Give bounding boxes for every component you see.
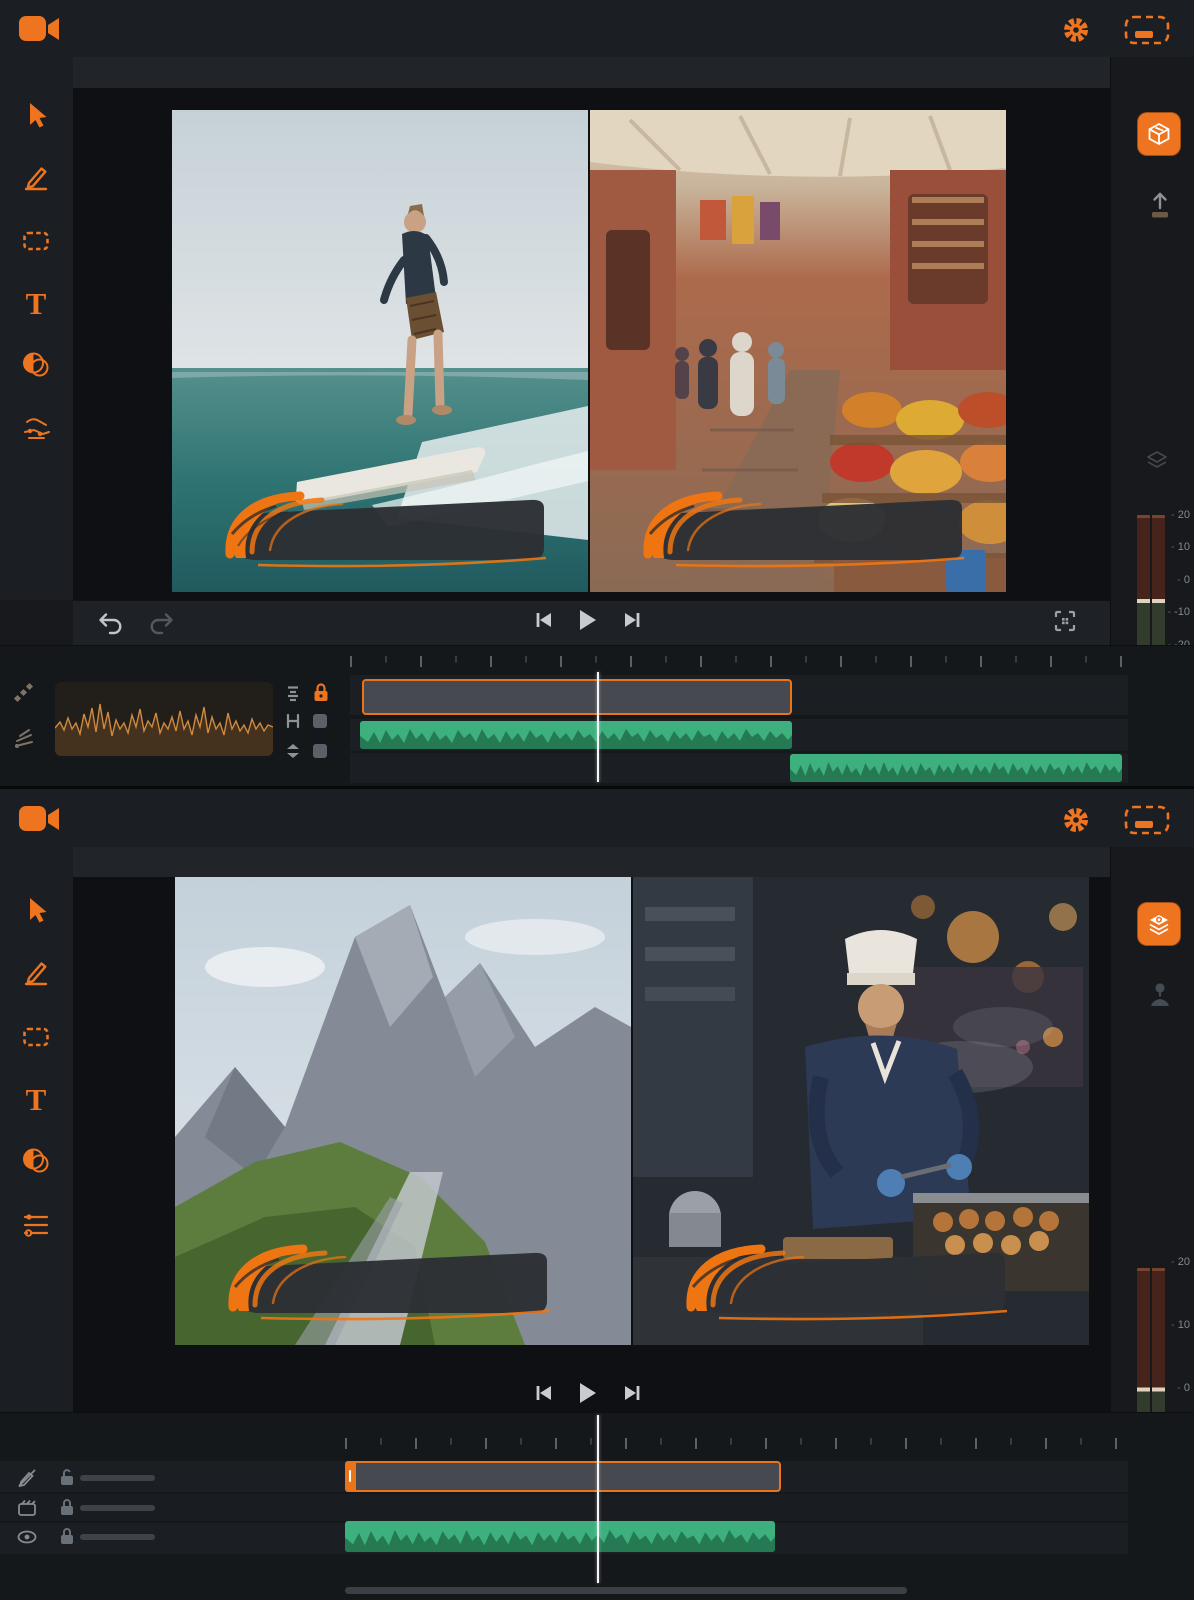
skip-back-button[interactable] bbox=[534, 611, 554, 629]
cube-icon bbox=[1146, 121, 1172, 147]
layers-button[interactable] bbox=[1138, 903, 1180, 945]
timeline-scrollbar[interactable] bbox=[345, 1587, 907, 1594]
trim-handle-grip bbox=[349, 1470, 351, 1482]
lower-third-swoosh-overlay bbox=[590, 488, 1006, 572]
audio-clip-2[interactable] bbox=[790, 754, 1122, 782]
lower-third-swoosh-overlay bbox=[633, 1241, 1049, 1325]
lock-locked-icon[interactable] bbox=[58, 1496, 76, 1518]
keyframes-icon[interactable] bbox=[12, 682, 36, 706]
play-button[interactable] bbox=[576, 608, 598, 632]
fit-view-icon[interactable] bbox=[1053, 609, 1077, 633]
playhead[interactable] bbox=[597, 1415, 599, 1583]
text-tool-icon[interactable]: T bbox=[21, 286, 51, 320]
select-tool-icon[interactable] bbox=[21, 100, 51, 130]
timeline-ruler[interactable] bbox=[345, 1438, 1128, 1449]
editor-panel-top: T bbox=[0, 0, 1194, 787]
lock-locked-icon[interactable] bbox=[58, 1525, 76, 1547]
track-name-placeholder bbox=[80, 1475, 155, 1481]
play-button[interactable] bbox=[576, 1381, 598, 1405]
gear-icon[interactable] bbox=[1062, 806, 1090, 834]
track-thumbnail-icon[interactable] bbox=[284, 684, 302, 702]
effects-icon[interactable] bbox=[12, 726, 36, 750]
track-name-placeholder bbox=[80, 1534, 155, 1540]
pen-disabled-icon[interactable] bbox=[16, 1467, 38, 1489]
skip-forward-button[interactable] bbox=[622, 611, 642, 629]
tool-sidebar bbox=[0, 847, 74, 1412]
audio-waveform-panel[interactable] bbox=[55, 682, 273, 756]
track-name-placeholder bbox=[80, 1505, 155, 1511]
meter-label: 10 bbox=[1164, 1319, 1190, 1331]
video-clip-selected[interactable] bbox=[362, 679, 792, 715]
video-camera-icon[interactable] bbox=[18, 12, 60, 46]
flip-vertical-icon[interactable] bbox=[284, 742, 302, 760]
track-row-middle bbox=[0, 1494, 1128, 1521]
clip-trim-handle[interactable] bbox=[345, 1461, 356, 1492]
playhead[interactable] bbox=[597, 672, 599, 782]
pen-tool-icon[interactable] bbox=[21, 957, 51, 987]
titlebar bbox=[0, 0, 1194, 59]
video-clip-selected[interactable] bbox=[345, 1461, 781, 1492]
timeline-ruler[interactable] bbox=[350, 656, 1128, 667]
motion-tool-icon[interactable] bbox=[21, 414, 51, 444]
user-icon[interactable] bbox=[1147, 980, 1173, 1008]
gear-icon[interactable] bbox=[1062, 16, 1090, 44]
lower-third-swoosh-overlay bbox=[172, 488, 588, 572]
marquee-tool-icon[interactable] bbox=[21, 1022, 51, 1052]
meter-label: 0 bbox=[1164, 1382, 1190, 1394]
frame-select-icon[interactable] bbox=[1124, 805, 1170, 835]
preview-image-mountains[interactable] bbox=[175, 877, 631, 1345]
text-tool-icon[interactable]: T bbox=[21, 1082, 51, 1116]
cube-3d-button[interactable] bbox=[1138, 113, 1180, 155]
meter-label: 20 bbox=[1164, 509, 1190, 521]
visibility-eye-icon[interactable] bbox=[16, 1526, 38, 1548]
select-tool-icon[interactable] bbox=[21, 895, 51, 925]
meter-label: 10 bbox=[1164, 541, 1190, 553]
lock-unlocked-icon[interactable] bbox=[58, 1466, 76, 1488]
trim-handles-icon[interactable] bbox=[284, 712, 302, 730]
lower-third-swoosh-overlay bbox=[175, 1241, 591, 1325]
text-tool-glyph: T bbox=[26, 1084, 47, 1115]
preview-image-chef[interactable] bbox=[633, 877, 1089, 1345]
adjust-sliders-tool-icon[interactable] bbox=[21, 1210, 51, 1240]
color-fill-tool-icon[interactable] bbox=[21, 350, 51, 380]
preview-image-surfer[interactable] bbox=[172, 110, 588, 592]
skip-back-button[interactable] bbox=[534, 1384, 554, 1402]
titlebar bbox=[0, 789, 1194, 849]
track-toggle-square[interactable] bbox=[313, 714, 327, 728]
tool-sidebar bbox=[0, 57, 74, 600]
preview-toolbar-strip bbox=[73, 57, 1110, 89]
color-fill-tool-icon[interactable] bbox=[21, 1146, 51, 1176]
frame-select-icon[interactable] bbox=[1124, 15, 1170, 45]
video-camera-icon[interactable] bbox=[18, 802, 60, 836]
meter-label: 0 bbox=[1164, 574, 1190, 586]
audio-clip[interactable] bbox=[345, 1521, 775, 1552]
undo-icon[interactable] bbox=[96, 610, 126, 636]
redo-icon[interactable] bbox=[146, 610, 176, 636]
lock-locked-icon[interactable] bbox=[311, 681, 331, 703]
text-tool-glyph: T bbox=[26, 288, 47, 319]
track-toggle-square[interactable] bbox=[313, 744, 327, 758]
audio-clip-1[interactable] bbox=[360, 721, 792, 749]
meter-label: 20 bbox=[1164, 1256, 1190, 1268]
pen-tool-icon[interactable] bbox=[21, 162, 51, 192]
preview-toolbar-strip bbox=[73, 847, 1110, 878]
upload-icon[interactable] bbox=[1147, 190, 1173, 220]
meter-label: -10 bbox=[1164, 606, 1190, 618]
layers-icon bbox=[1146, 911, 1172, 937]
video-editor-stacked-screens: T bbox=[0, 0, 1194, 1600]
preview-image-market[interactable] bbox=[590, 110, 1006, 592]
marquee-tool-icon[interactable] bbox=[21, 226, 51, 256]
layers-faint-icon[interactable] bbox=[1144, 448, 1170, 474]
clip-frame-icon[interactable] bbox=[16, 1497, 38, 1519]
skip-forward-button[interactable] bbox=[622, 1384, 642, 1402]
